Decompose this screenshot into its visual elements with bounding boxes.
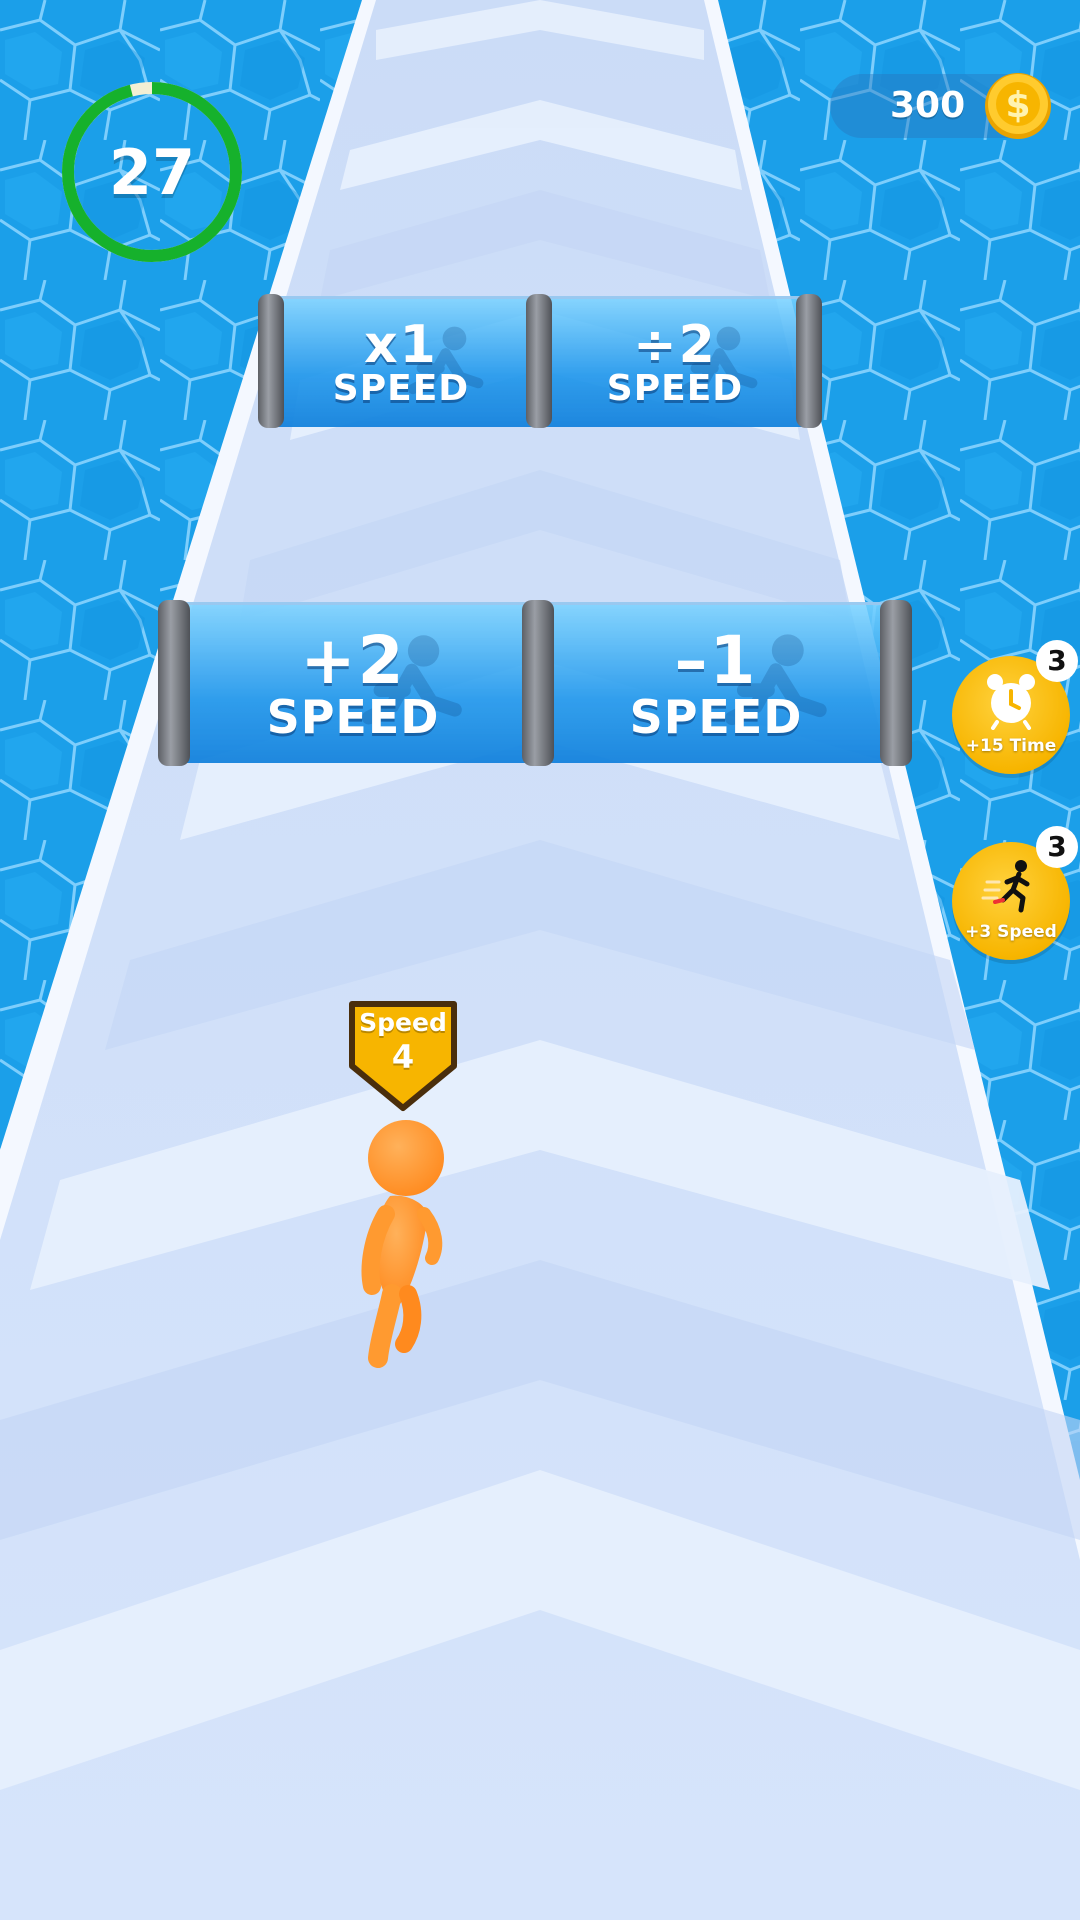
gate-near-left: +2 SPEED	[180, 602, 526, 763]
gate-label: SPEED	[266, 690, 440, 744]
gate-post	[522, 600, 554, 766]
dollar-coin-icon: $	[985, 73, 1051, 139]
game-scene	[0, 0, 1080, 1920]
gate-post	[158, 600, 190, 766]
speed-powerup-button[interactable]: +3 Speed 3	[952, 826, 1078, 960]
gate-near-right: –1 SPEED	[540, 602, 892, 763]
gate-far-left: x1 SPEED	[270, 296, 532, 427]
gate-post	[526, 294, 552, 428]
svg-text:$: $	[1005, 85, 1030, 126]
powerup-label: +3 Speed	[965, 922, 1057, 942]
gate-label: SPEED	[606, 368, 744, 409]
time-powerup-button[interactable]: +15 Time 3	[952, 640, 1078, 774]
powerup-count-badge: 3	[1036, 826, 1078, 868]
speed-tag-label: Speed	[359, 1008, 447, 1037]
coin-counter: 300 $	[830, 73, 1051, 139]
countdown-timer: 27	[60, 80, 244, 264]
gate-post	[258, 294, 284, 428]
powerup-label: +15 Time	[965, 736, 1057, 756]
running-man-icon	[981, 860, 1030, 913]
timer-seconds: 27	[108, 135, 196, 209]
speed-tag-value: 4	[391, 1038, 415, 1076]
gate-label: SPEED	[332, 368, 470, 409]
gate-post	[880, 600, 912, 766]
gate-value: ÷2	[633, 315, 717, 375]
powerup-count-badge: 3	[1036, 640, 1078, 682]
gate-far-right: ÷2 SPEED	[544, 296, 806, 427]
coin-count: 300	[890, 85, 966, 126]
alarm-clock-icon	[987, 674, 1035, 730]
gate-post	[796, 294, 822, 428]
player-runner	[361, 1120, 444, 1368]
gate-label: SPEED	[629, 690, 803, 744]
gate-value: +2	[300, 622, 406, 699]
gate-value: –1	[674, 622, 758, 699]
player-speed-tag: Speed 4	[346, 998, 460, 1112]
gate-value: x1	[364, 315, 438, 375]
